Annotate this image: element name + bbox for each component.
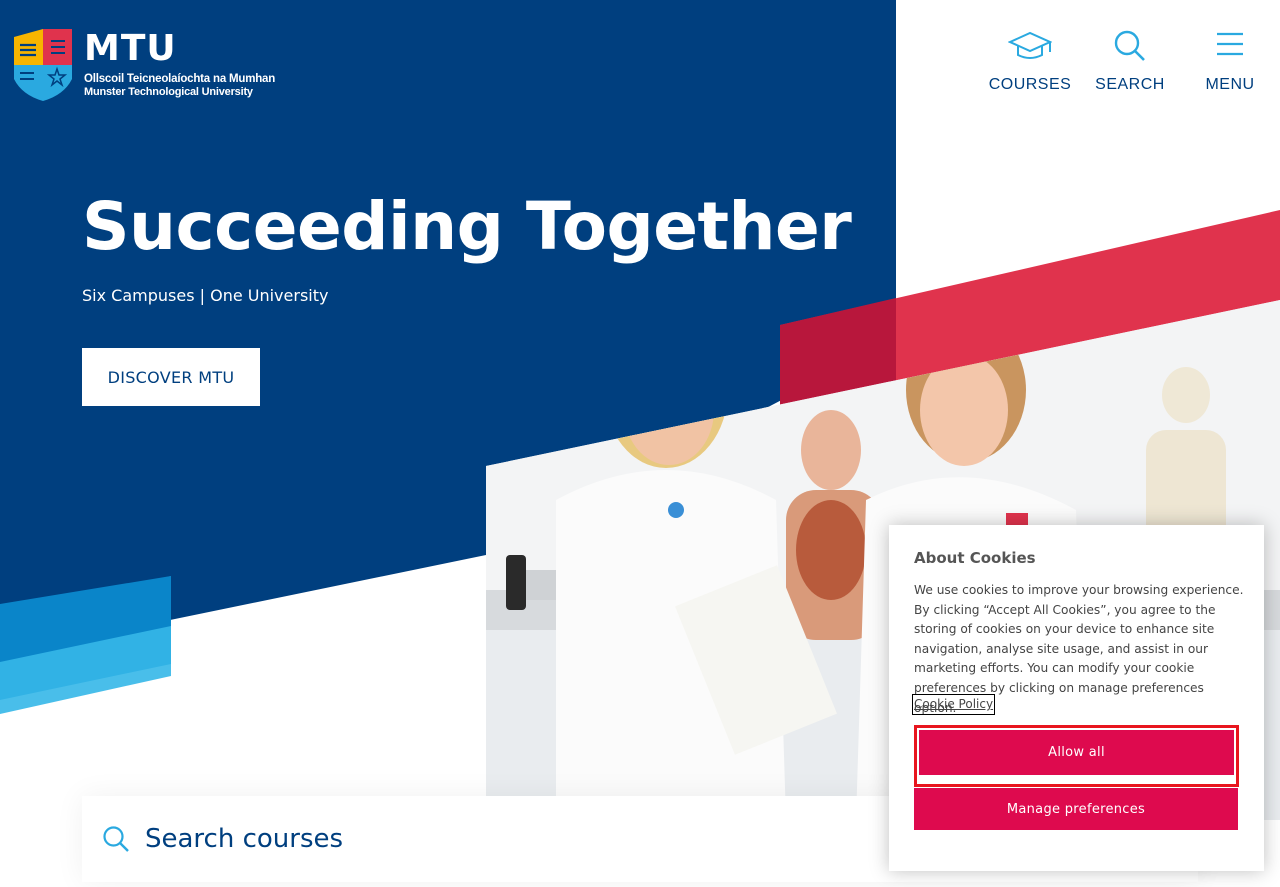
logo-short-name: MTU: [84, 28, 177, 69]
crest-icon: [14, 29, 72, 101]
hamburger-menu-icon: [1217, 32, 1243, 56]
cookie-banner: About Cookies We use cookies to improve …: [889, 525, 1264, 871]
nav-courses-label: COURSES: [988, 76, 1072, 93]
logo-english-name: Munster Technological University: [84, 86, 253, 98]
nav-search[interactable]: SEARCH: [1080, 30, 1180, 94]
nav-search-label: SEARCH: [1095, 76, 1165, 93]
allow-all-focus-ring: Allow all: [914, 725, 1239, 787]
course-search-input[interactable]: [145, 824, 845, 854]
page: MTU Ollscoil Teicneolaíochta na Mumhan M…: [0, 0, 1280, 887]
logo-irish-name: Ollscoil Teicneolaíochta na Mumhan: [84, 73, 276, 85]
nav-menu[interactable]: MENU: [1180, 30, 1280, 94]
nav-courses[interactable]: COURSES: [980, 30, 1080, 94]
discover-mtu-button[interactable]: DISCOVER MTU: [82, 348, 260, 406]
mtu-logo[interactable]: MTU Ollscoil Teicneolaíochta na Mumhan M…: [14, 29, 275, 101]
cookie-banner-title: About Cookies: [914, 549, 1036, 567]
search-icon: [103, 826, 129, 852]
graduation-cap-icon: [1008, 31, 1052, 59]
nav-menu-label: MENU: [1205, 76, 1255, 93]
hero-title: Succeeding Together: [82, 188, 852, 265]
search-icon: [1114, 30, 1145, 61]
cookie-policy-link[interactable]: Cookie Policy: [911, 694, 996, 715]
manage-preferences-button[interactable]: Manage preferences: [914, 788, 1238, 830]
hero-subtitle: Six Campuses | One University: [82, 286, 329, 305]
logo-wordmark: MTU Ollscoil Teicneolaíochta na Mumhan M…: [84, 29, 275, 99]
allow-all-button[interactable]: Allow all: [919, 730, 1234, 775]
